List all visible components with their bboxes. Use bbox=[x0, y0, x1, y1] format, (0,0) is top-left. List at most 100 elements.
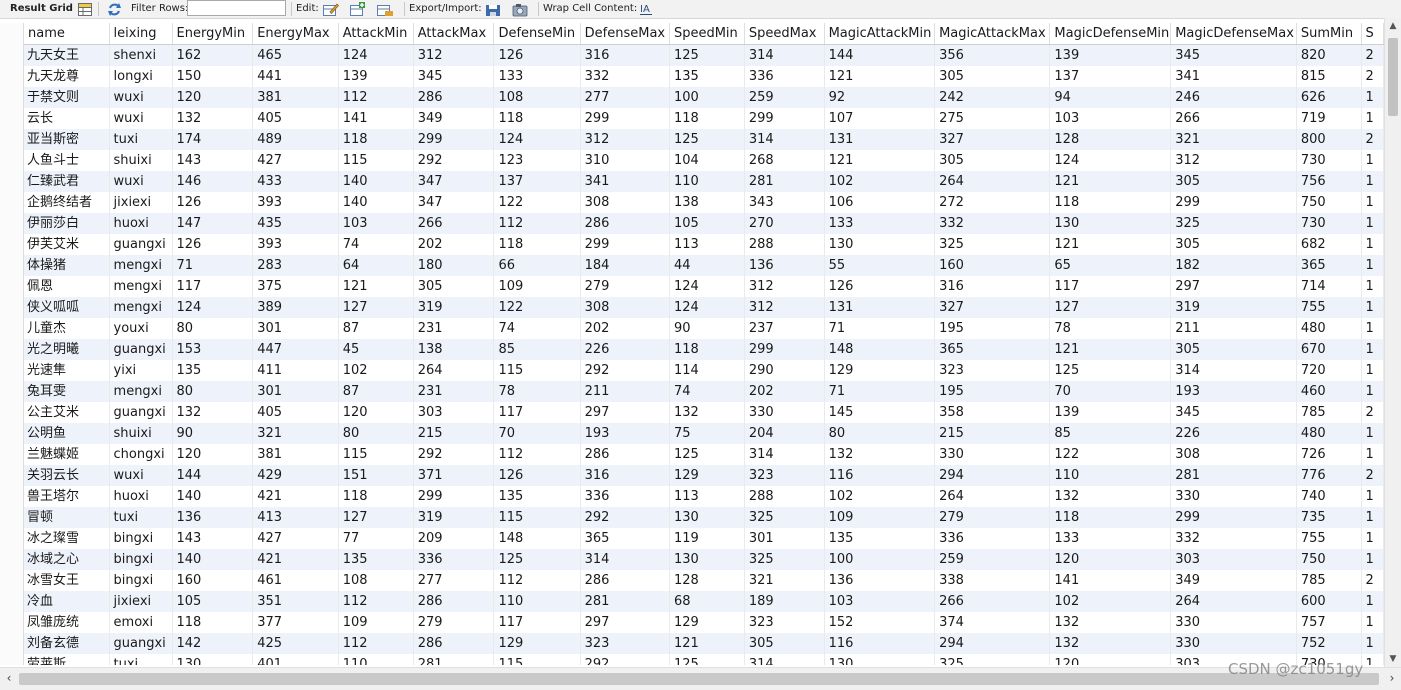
table-cell-defensemax[interactable]: 316 bbox=[580, 44, 670, 66]
table-cell-energymax[interactable]: 381 bbox=[252, 444, 339, 465]
table-cell-s[interactable]: 2 bbox=[1361, 570, 1384, 591]
table-cell-defensemax[interactable]: 292 bbox=[580, 654, 670, 665]
table-row[interactable]: 公明鱼 shuixi 90 321 80 215 70 193 75 204 80 215 85 226 4… bbox=[24, 423, 1384, 444]
table-cell-name[interactable]: 佩恩 bbox=[24, 276, 110, 297]
table-cell-speedmax[interactable]: 204 bbox=[744, 423, 825, 444]
table-cell-leixing[interactable]: huoxi bbox=[109, 486, 173, 507]
table-cell-defensemax[interactable]: 286 bbox=[580, 444, 670, 465]
table-cell-energymin[interactable]: 132 bbox=[172, 402, 254, 423]
table-cell-leixing[interactable]: jixiexi bbox=[109, 192, 173, 213]
table-cell-s[interactable]: 1 bbox=[1361, 297, 1384, 318]
table-cell-magicattackmin[interactable]: 107 bbox=[824, 108, 936, 129]
table-cell-magicattackmin[interactable]: 106 bbox=[824, 192, 936, 213]
table-cell-leixing[interactable]: mengxi bbox=[109, 297, 173, 318]
table-cell-magicdefensemin[interactable]: 102 bbox=[1049, 591, 1172, 612]
table-cell-summin[interactable]: 480 bbox=[1296, 423, 1362, 444]
table-cell-attackmax[interactable]: 319 bbox=[413, 297, 495, 318]
table-cell-attackmax[interactable]: 371 bbox=[413, 465, 495, 486]
table-cell-attackmax[interactable]: 347 bbox=[413, 192, 495, 213]
table-cell-defensemax[interactable]: 314 bbox=[580, 549, 670, 570]
table-cell-energymax[interactable]: 427 bbox=[252, 528, 339, 549]
table-cell-energymin[interactable]: 136 bbox=[172, 507, 254, 528]
table-cell-s[interactable]: 1 bbox=[1361, 591, 1384, 612]
column-header[interactable]: SumMin bbox=[1296, 23, 1362, 45]
table-cell-magicattackmax[interactable]: 336 bbox=[934, 528, 1051, 549]
table-cell-magicattackmin[interactable]: 116 bbox=[824, 633, 936, 654]
table-cell-magicdefensemin[interactable]: 139 bbox=[1049, 44, 1172, 66]
table-cell-energymin[interactable]: 150 bbox=[172, 66, 254, 87]
table-cell-leixing[interactable]: wuxi bbox=[109, 465, 173, 486]
table-cell-leixing[interactable]: mengxi bbox=[109, 255, 173, 276]
table-cell-magicattackmin[interactable]: 152 bbox=[824, 612, 936, 633]
table-cell-summin[interactable]: 726 bbox=[1296, 444, 1362, 465]
table-cell-attackmin[interactable]: 108 bbox=[338, 570, 414, 591]
table-cell-defensemax[interactable]: 316 bbox=[580, 465, 670, 486]
table-cell-speedmax[interactable]: 325 bbox=[744, 549, 825, 570]
table-cell-summin[interactable]: 776 bbox=[1296, 465, 1362, 486]
table-row[interactable]: 佩恩 mengxi 117 375 121 305 109 279 124 312 126 316 11… bbox=[24, 276, 1384, 297]
table-cell-energymax[interactable]: 405 bbox=[252, 402, 339, 423]
column-header[interactable]: EnergyMin bbox=[172, 23, 254, 45]
table-cell-attackmax[interactable]: 286 bbox=[413, 633, 495, 654]
table-cell-summin[interactable]: 730 bbox=[1296, 150, 1362, 171]
table-cell-energymax[interactable]: 489 bbox=[252, 129, 339, 150]
table-cell-attackmax[interactable]: 180 bbox=[413, 255, 495, 276]
table-cell-magicattackmax[interactable]: 356 bbox=[934, 44, 1051, 66]
table-cell-energymin[interactable]: 130 bbox=[172, 654, 254, 665]
table-cell-speedmax[interactable]: 299 bbox=[744, 108, 825, 129]
table-cell-speedmax[interactable]: 189 bbox=[744, 591, 825, 612]
table-cell-summin[interactable]: 755 bbox=[1296, 297, 1362, 318]
table-row[interactable]: 冰雪女王 bingxi 160 461 108 277 112 286 128 321 136 338… bbox=[24, 570, 1384, 591]
table-cell-attackmax[interactable]: 292 bbox=[413, 150, 495, 171]
table-cell-magicattackmin[interactable]: 103 bbox=[824, 591, 936, 612]
table-cell-attackmin[interactable]: 102 bbox=[338, 360, 414, 381]
table-cell-magicdefensemin[interactable]: 118 bbox=[1049, 192, 1172, 213]
table-cell-s[interactable]: 1 bbox=[1361, 192, 1384, 213]
table-cell-name[interactable]: 冰之璨雪 bbox=[24, 528, 110, 549]
table-cell-speedmax[interactable]: 323 bbox=[744, 612, 825, 633]
table-cell-magicdefensemax[interactable]: 330 bbox=[1170, 633, 1297, 654]
table-cell-defensemax[interactable]: 281 bbox=[580, 591, 670, 612]
table-cell-attackmin[interactable]: 87 bbox=[338, 318, 414, 339]
table-cell-leixing[interactable]: huoxi bbox=[109, 213, 173, 234]
table-cell-magicdefensemin[interactable]: 132 bbox=[1049, 612, 1172, 633]
table-cell-summin[interactable]: 714 bbox=[1296, 276, 1362, 297]
table-cell-magicdefensemin[interactable]: 121 bbox=[1049, 339, 1172, 360]
table-cell-speedmax[interactable]: 321 bbox=[744, 570, 825, 591]
table-cell-defensemax[interactable]: 332 bbox=[580, 66, 670, 87]
table-cell-name[interactable]: 仁臻武君 bbox=[24, 171, 110, 192]
table-cell-magicdefensemin[interactable]: 132 bbox=[1049, 633, 1172, 654]
table-cell-name[interactable]: 冒顿 bbox=[24, 507, 110, 528]
table-cell-defensemin[interactable]: 117 bbox=[493, 402, 581, 423]
table-cell-magicattackmax[interactable]: 160 bbox=[934, 255, 1051, 276]
table-cell-energymin[interactable]: 105 bbox=[172, 591, 254, 612]
table-cell-speedmin[interactable]: 124 bbox=[669, 276, 745, 297]
table-cell-magicattackmin[interactable]: 144 bbox=[824, 44, 936, 66]
table-cell-energymax[interactable]: 393 bbox=[252, 192, 339, 213]
refresh-icon[interactable] bbox=[106, 1, 122, 17]
table-cell-s[interactable]: 1 bbox=[1361, 171, 1384, 192]
table-cell-s[interactable]: 2 bbox=[1361, 129, 1384, 150]
table-cell-leixing[interactable]: jixiexi bbox=[109, 591, 173, 612]
table-row[interactable]: 企鹅终结者 jixiexi 126 393 140 347 122 308 138 343 106 2… bbox=[24, 192, 1384, 213]
table-cell-attackmax[interactable]: 292 bbox=[413, 444, 495, 465]
table-cell-speedmax[interactable]: 305 bbox=[744, 633, 825, 654]
table-cell-name[interactable]: 九天女王 bbox=[24, 44, 110, 66]
table-cell-magicdefensemin[interactable]: 120 bbox=[1049, 549, 1172, 570]
table-cell-magicattackmin[interactable]: 130 bbox=[824, 234, 936, 255]
table-cell-magicdefensemin[interactable]: 70 bbox=[1049, 381, 1172, 402]
table-cell-summin[interactable]: 719 bbox=[1296, 108, 1362, 129]
table-cell-summin[interactable]: 740 bbox=[1296, 486, 1362, 507]
table-cell-magicattackmin[interactable]: 148 bbox=[824, 339, 936, 360]
filter-rows-input[interactable] bbox=[187, 0, 286, 16]
table-cell-energymin[interactable]: 140 bbox=[172, 486, 254, 507]
table-cell-magicdefensemax[interactable]: 349 bbox=[1170, 570, 1297, 591]
table-cell-speedmax[interactable]: 312 bbox=[744, 276, 825, 297]
table-row[interactable]: 兽王塔尔 huoxi 140 421 118 299 135 336 113 288 102 264 1… bbox=[24, 486, 1384, 507]
scroll-right-icon[interactable]: › bbox=[1383, 668, 1401, 690]
table-cell-leixing[interactable]: tuxi bbox=[109, 654, 173, 665]
table-cell-speedmax[interactable]: 330 bbox=[744, 402, 825, 423]
table-cell-attackmin[interactable]: 80 bbox=[338, 423, 414, 444]
table-cell-defensemax[interactable]: 292 bbox=[580, 507, 670, 528]
table-cell-name[interactable]: 伊丽莎白 bbox=[24, 213, 110, 234]
